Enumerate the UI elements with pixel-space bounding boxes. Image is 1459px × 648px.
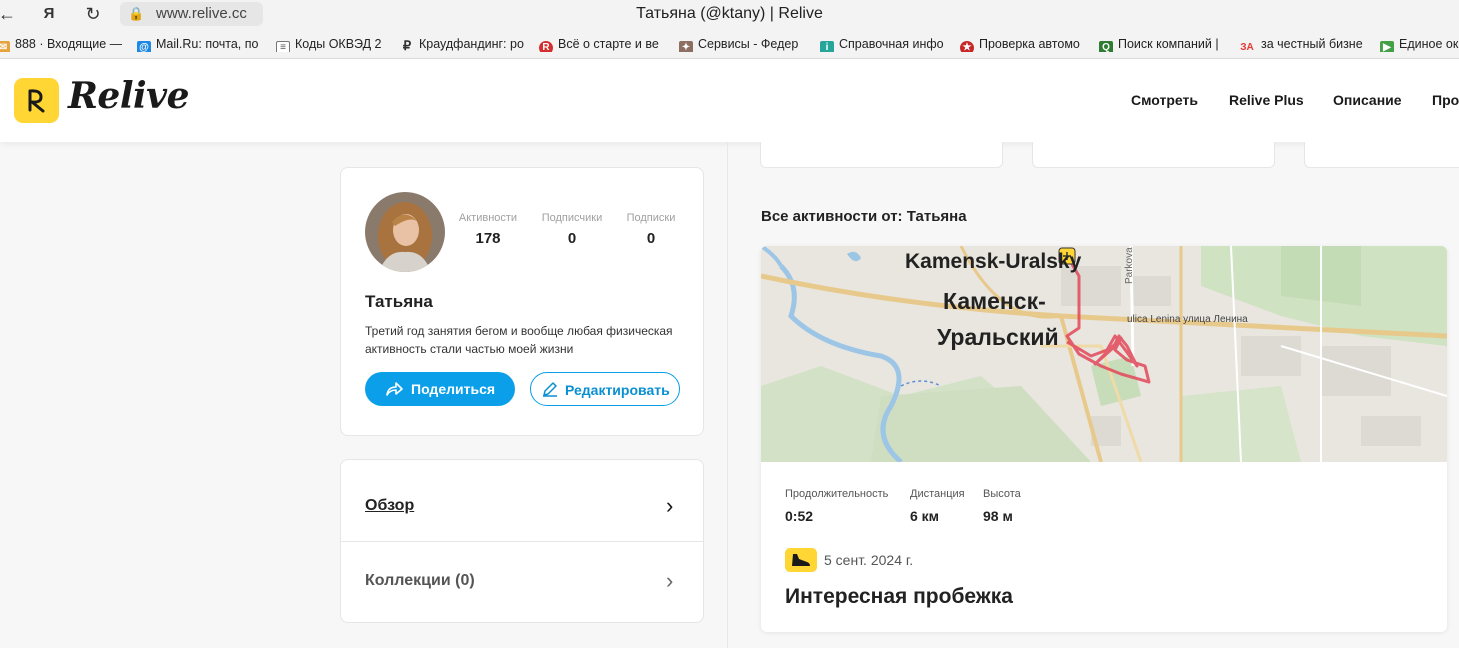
activity-title[interactable]: Интересная пробежка (785, 585, 1013, 609)
window-title: Татьяна (@ktany) | Relive (636, 5, 823, 22)
bookmark-item[interactable]: R Всё о старте и ве (539, 36, 665, 52)
bookmarks-bar: ✉888 · Входящие — @Mail.Ru: почта, по ≡К… (0, 30, 1459, 59)
map-label-city-latin: Kamensk-Uralsky (905, 250, 1082, 273)
avatar[interactable] (365, 192, 445, 272)
metric-value: 6 км (910, 508, 940, 524)
collection-card-partial[interactable] (760, 142, 1003, 168)
stat-value: 0 (646, 230, 656, 247)
profile-card: Активности 178 Подписчики 0 Подписки 0 Т… (340, 167, 704, 436)
nav-watch[interactable]: Смотреть (1131, 92, 1198, 108)
mail-icon: ✉ (0, 41, 10, 52)
metric-duration: Продолжительность 0:52 (785, 488, 888, 524)
map-label-street: ulica Lenina улица Ленина (1127, 314, 1248, 325)
share-button[interactable]: Поделиться (365, 372, 515, 406)
play-icon: ▶ (1380, 41, 1394, 52)
metric-label: Продолжительность (785, 488, 889, 500)
activity-map[interactable]: Kamensk-Uralsky Каменск- Уральский ulica… (761, 246, 1447, 462)
r-circle-icon: R (539, 41, 553, 52)
collection-card-partial[interactable] (1304, 142, 1459, 168)
metric-elevation: Высота 98 м (983, 488, 1021, 524)
map-label-city-ru: Каменск- (943, 288, 1046, 314)
edit-button-label: Редактировать (565, 382, 670, 398)
avatar-image (365, 192, 445, 272)
menu-item-label: Коллекции (0) (365, 572, 475, 589)
menu-item-collections[interactable]: Коллекции (0) › (341, 538, 703, 618)
document-icon: ≡ (276, 41, 290, 52)
info-icon: i (820, 41, 834, 52)
bookmark-item[interactable]: ▶ Единое ок (1380, 36, 1459, 52)
bookmark-item[interactable]: ₽ Краудфандинг: ро (400, 36, 526, 52)
column-divider (727, 142, 728, 648)
metric-label: Дистанция (910, 488, 965, 500)
metric-label: Высота (983, 488, 1021, 500)
profile-menu: Обзор › Коллекции (0) › (340, 459, 704, 623)
nav-more[interactable]: Про (1432, 92, 1459, 108)
ruble-icon: ₽ (402, 38, 412, 53)
map-label-city-ru: Уральский (937, 324, 1059, 350)
police-badge-icon: ★ (960, 41, 974, 52)
bookmark-item[interactable]: ≡ Коды ОКВЭД 2 (276, 36, 390, 52)
menu-item-overview[interactable]: Обзор › (341, 463, 703, 543)
bookmark-item[interactable]: @ Mail.Ru: почта, по (137, 36, 263, 52)
edit-button[interactable]: Редактировать (530, 372, 680, 406)
za-icon: ЗА (1240, 42, 1254, 52)
nav-description[interactable]: Описание (1333, 92, 1402, 108)
chevron-right-icon: › (666, 568, 674, 593)
stat-followers[interactable]: Подписчики 0 (535, 212, 609, 247)
shoe-glyph-icon (792, 554, 810, 566)
bookmark-item[interactable]: ★ Проверка автомо (960, 36, 1086, 52)
at-sign-icon: @ (137, 41, 151, 52)
stat-value: 178 (475, 230, 501, 247)
bookmark-item[interactable]: ЗА за честный бизне (1238, 36, 1368, 52)
metric-value: 0:52 (785, 508, 814, 524)
map-canvas (761, 246, 1447, 462)
profile-bio: Третий год занятия бегом и вообще любая … (365, 324, 673, 356)
metric-value: 98 м (983, 508, 1013, 524)
activity-date: 5 сент. 2024 г. (824, 552, 914, 568)
search-icon: Q (1099, 41, 1113, 52)
map-label-park: Parkova (1124, 247, 1135, 284)
metric-distance: Дистанция 6 км (910, 488, 965, 524)
share-arrow-icon (386, 382, 403, 396)
activities-section-title: Все активности от: Татьяна (761, 208, 967, 225)
stat-activities[interactable]: Активности 178 (453, 212, 523, 247)
browser-toolbar: ← Я ↻ 🔒 www.relive.cc Татьяна (@ktany) |… (0, 0, 1459, 30)
logo-wordmark[interactable]: Relive (68, 75, 190, 117)
share-button-label: Поделиться (411, 381, 496, 397)
bookmark-item[interactable]: Q Поиск компаний | (1099, 36, 1225, 52)
emblem-icon: ✦ (679, 41, 693, 52)
stat-label: Подписки (626, 212, 676, 224)
logo-glyph-icon (28, 89, 45, 113)
profile-name: Татьяна (365, 292, 433, 311)
menu-item-label: Обзор (365, 497, 415, 514)
running-shoe-icon (785, 548, 817, 572)
activity-card[interactable]: Kamensk-Uralsky Каменск- Уральский ulica… (761, 246, 1447, 632)
collection-card-partial[interactable] (1032, 142, 1275, 168)
stat-label: Подписчики (541, 212, 603, 224)
chevron-right-icon: › (666, 493, 674, 518)
bookmark-item[interactable]: ✦ Сервисы - Федер (679, 36, 805, 52)
bookmark-item[interactable]: ✉888 · Входящие — (0, 36, 122, 52)
site-header: Relive Смотреть Relive Plus Описание Про (0, 59, 1459, 142)
stat-following[interactable]: Подписки 0 (621, 212, 681, 247)
stat-label: Активности (458, 212, 518, 224)
nav-relive-plus[interactable]: Relive Plus (1229, 92, 1304, 108)
pencil-icon (543, 382, 557, 397)
stat-value: 0 (567, 230, 577, 247)
relive-logo-icon[interactable] (14, 78, 59, 123)
bookmark-item[interactable]: i Справочная инфо (820, 36, 946, 52)
